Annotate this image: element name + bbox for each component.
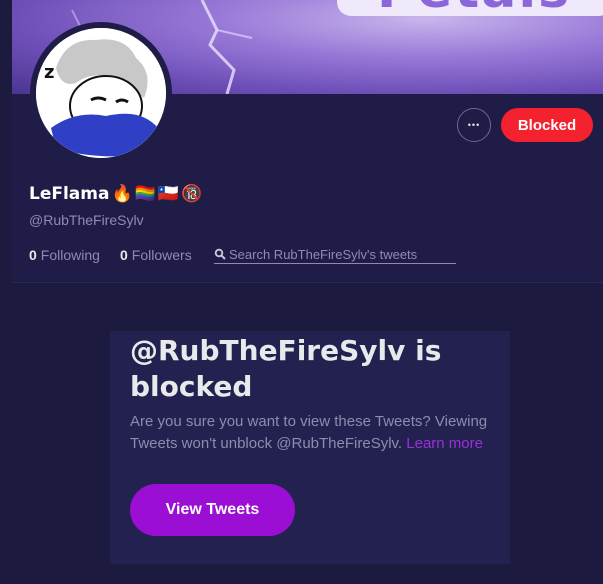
blocked-description: Are you sure you want to view these Twee… xyxy=(130,411,500,455)
svg-text:z: z xyxy=(44,62,54,83)
fire-emoji-icon: 🔥 xyxy=(111,184,133,204)
profile-search[interactable] xyxy=(214,245,456,264)
avatar-character-icon: z xyxy=(36,28,166,158)
no-under-18-icon: 🔞 xyxy=(180,184,203,204)
rainbow-flag-icon: 🏳️‍🌈 xyxy=(134,184,156,204)
followers-count: 0 xyxy=(120,247,128,263)
view-tweets-button[interactable]: View Tweets xyxy=(130,484,295,536)
chile-flag-icon: 🇨🇱 xyxy=(157,184,179,204)
more-dots-icon: ••• xyxy=(467,120,481,130)
display-name: LeFlama 🔥 🏳️‍🌈 🇨🇱 🔞 xyxy=(29,184,202,204)
search-icon xyxy=(214,248,226,260)
display-name-text: LeFlama xyxy=(29,184,110,204)
followers-label: Followers xyxy=(131,247,192,263)
blocked-button[interactable]: Blocked xyxy=(501,108,593,142)
profile-handle: @RubTheFireSylv xyxy=(29,212,144,228)
blocked-title: @RubTheFireSylv is blocked xyxy=(130,334,442,403)
view-tweets-label: View Tweets xyxy=(165,501,260,518)
more-options-button[interactable]: ••• xyxy=(457,108,491,142)
search-tweets-input[interactable] xyxy=(226,246,456,262)
learn-more-link[interactable]: Learn more xyxy=(406,435,483,452)
following-label: Following xyxy=(40,247,100,263)
avatar[interactable]: z xyxy=(30,22,172,164)
following-link[interactable]: 0 Following xyxy=(29,247,100,263)
blocked-button-label: Blocked xyxy=(517,116,577,134)
following-count: 0 xyxy=(29,247,37,263)
followers-link[interactable]: 0 Followers xyxy=(120,247,192,263)
